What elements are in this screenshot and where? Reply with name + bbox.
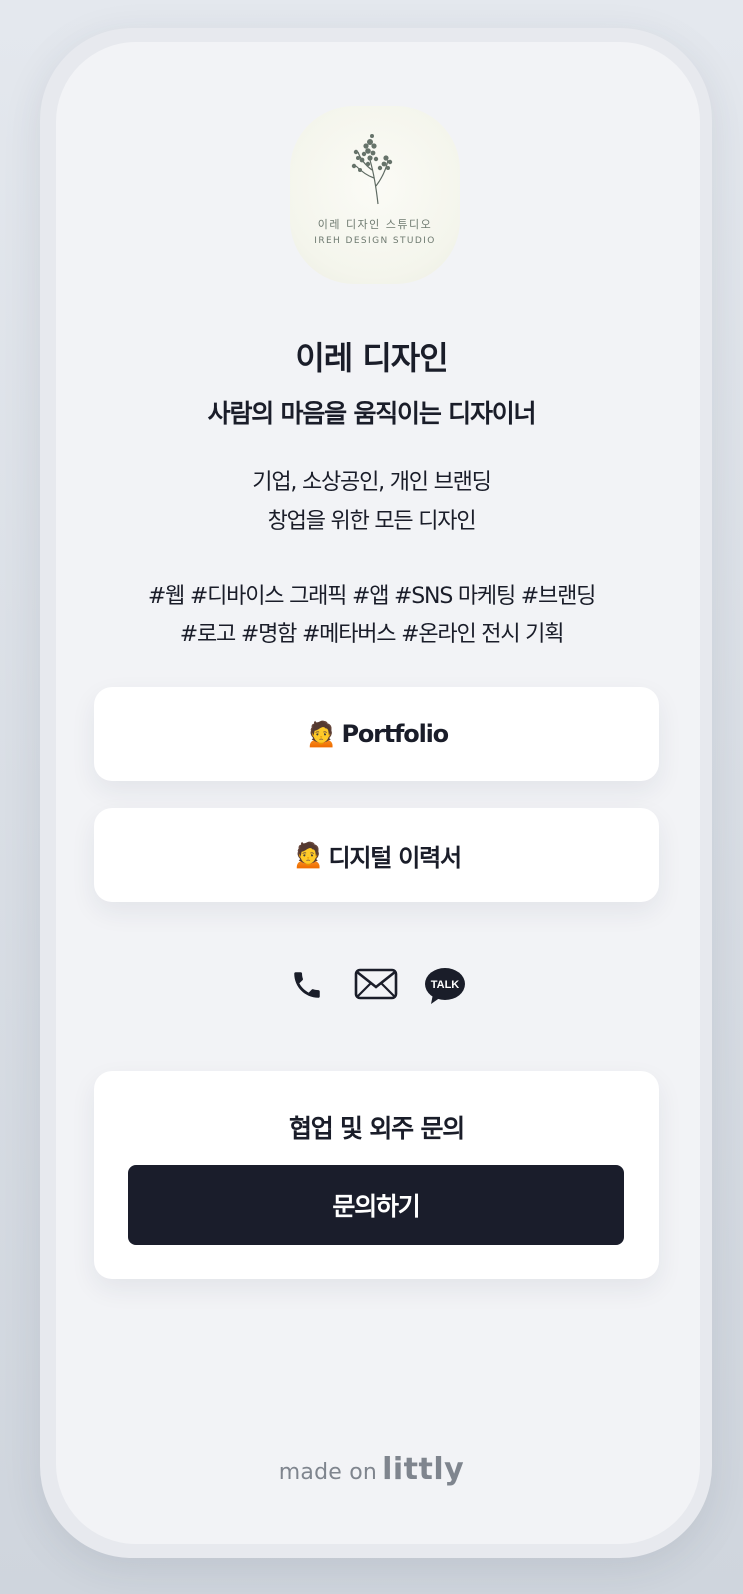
inquiry-title: 협업 및 외주 문의 — [288, 1114, 465, 1143]
kakao-badge-text: TALK — [431, 979, 460, 991]
inquiry-button[interactable]: 문의하기 — [128, 1165, 624, 1245]
footer-made-on-text: made on — [278, 1460, 378, 1485]
person-emoji-icon: 🙍 — [292, 840, 325, 870]
kakao-talk-icon[interactable]: TALK — [424, 967, 466, 1007]
description-line-1: 기업, 소상공인, 개인 브랜딩 — [252, 470, 492, 495]
inquiry-card: 협업 및 외주 문의 문의하기 — [94, 1071, 659, 1279]
tagline: 사람의 마음을 움직이는 디자이너 — [207, 399, 537, 428]
logo-korean-text: 이레 디자인 스튜디오 — [317, 218, 433, 231]
flower-sprig-icon — [351, 134, 393, 205]
phone-icon[interactable] — [290, 967, 324, 1003]
littly-logo-text: littly — [382, 1452, 465, 1487]
footer-made-on-littly[interactable]: made on littly — [0, 1452, 743, 1487]
hashtags-line-1: #웹 #디바이스 그래픽 #앱 #SNS 마케팅 #브랜딩 — [147, 584, 597, 609]
contact-icons: TALK — [0, 967, 743, 1007]
logo-english-text: IREH DESIGN STUDIO — [314, 236, 436, 246]
logo: 이레 디자인 스튜디오 IREH DESIGN STUDIO — [290, 106, 460, 284]
portfolio-button[interactable]: 🙍 Portfolio — [94, 687, 659, 781]
digital-resume-button-label: 디지털 이력서 — [328, 843, 462, 872]
mail-icon[interactable] — [354, 967, 398, 1001]
description-line-2: 창업을 위한 모든 디자인 — [267, 509, 477, 534]
digital-resume-button[interactable]: 🙍 디지털 이력서 — [94, 808, 659, 902]
hashtags-line-2: #로고 #명함 #메타버스 #온라인 전시 기획 — [179, 622, 565, 647]
person-emoji-icon: 🙍 — [305, 719, 338, 749]
page-title: 이레 디자인 — [295, 339, 448, 377]
portfolio-button-label: Portfolio — [341, 720, 449, 748]
